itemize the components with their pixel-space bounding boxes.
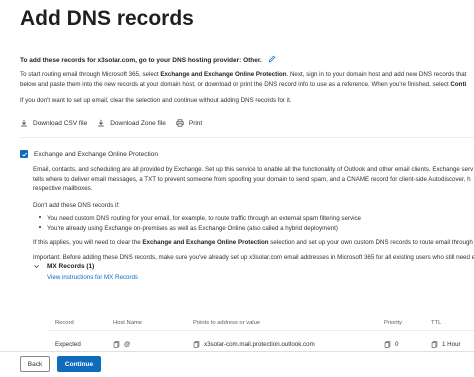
chevron-down-icon	[34, 265, 39, 269]
print-icon	[176, 119, 184, 127]
mx-ttl-cell: 1 Hour	[431, 341, 461, 348]
table-header-divider	[47, 330, 474, 331]
mx-instructions-link[interactable]: View instructions for MX Records	[47, 274, 138, 281]
provider-text: To add these records for x3solar.com, go…	[20, 57, 262, 64]
mx-host-cell: @	[113, 341, 130, 348]
clear-selection-note: If this applies, you will need to clear …	[33, 239, 473, 246]
column-header-record: Record	[55, 320, 74, 326]
dont-add-heading: Don't add these DNS records if:	[33, 202, 120, 209]
download-icon	[21, 119, 27, 127]
exchange-checkbox-row[interactable]: Exchange and Exchange Online Protection	[20, 150, 158, 158]
column-header-priority: Priority	[384, 320, 403, 326]
copy-icon[interactable]	[113, 341, 120, 348]
important-note: Important: Before adding these DNS recor…	[33, 254, 474, 261]
exchange-checkbox[interactable]	[20, 150, 28, 158]
mx-host-value: @	[124, 341, 131, 348]
intro-paragraph-line-1: To start routing email through Microsoft…	[20, 71, 467, 78]
list-item: You need custom DNS routing for your ema…	[33, 214, 361, 224]
intro-paragraph-line-2: below and paste them into the new record…	[20, 80, 467, 88]
mx-priority-cell: 0	[384, 341, 398, 348]
download-zone-button[interactable]: Download Zone file	[97, 119, 166, 127]
exchange-desc-line-2: tells where to deliver email messages, a…	[33, 175, 471, 183]
back-button[interactable]: Back	[20, 356, 50, 372]
mx-points-cell: x3solar-com.mail.protection.outlook.com	[193, 341, 315, 348]
dont-add-list: You need custom DNS routing for your ema…	[33, 214, 361, 233]
mx-ttl-value: 1 Hour	[442, 341, 461, 348]
column-header-ttl: TTL	[431, 320, 442, 326]
copy-icon[interactable]	[384, 341, 391, 348]
download-toolbar: Download CSV file Download Zone file Pri…	[20, 119, 202, 127]
divider	[20, 137, 474, 138]
column-header-points: Points to address or value	[193, 320, 261, 326]
mx-records-header[interactable]: MX Records (1)	[33, 263, 94, 270]
provider-line: To add these records for x3solar.com, go…	[20, 55, 276, 64]
copy-icon[interactable]	[193, 341, 200, 348]
mx-priority-value: 0	[395, 341, 399, 348]
mx-points-value: x3solar-com.mail.protection.outlook.com	[204, 341, 315, 348]
exchange-desc-line-1: Email, contacts, and scheduling are all …	[33, 166, 474, 173]
continue-button[interactable]: Continue	[57, 356, 101, 372]
checkmark-icon	[21, 152, 27, 157]
copy-icon[interactable]	[431, 341, 438, 348]
exchange-checkbox-label: Exchange and Exchange Online Protection	[34, 150, 158, 158]
add-dns-records-page: Add DNS records To add these records for…	[0, 0, 474, 377]
download-icon	[98, 119, 105, 127]
column-header-host: Host Name	[113, 320, 142, 326]
intro-note: If you don't want to set up email, clear…	[20, 97, 292, 104]
mx-record-status: Expected	[55, 341, 81, 348]
exchange-desc-line-3: respective mailboxes.	[33, 185, 93, 192]
pencil-icon[interactable]	[268, 55, 276, 63]
list-item: You're already using Exchange on-premise…	[33, 224, 361, 234]
print-button[interactable]: Print	[176, 119, 202, 127]
download-csv-button[interactable]: Download CSV file	[20, 119, 87, 127]
page-title: Add DNS records	[20, 7, 194, 30]
